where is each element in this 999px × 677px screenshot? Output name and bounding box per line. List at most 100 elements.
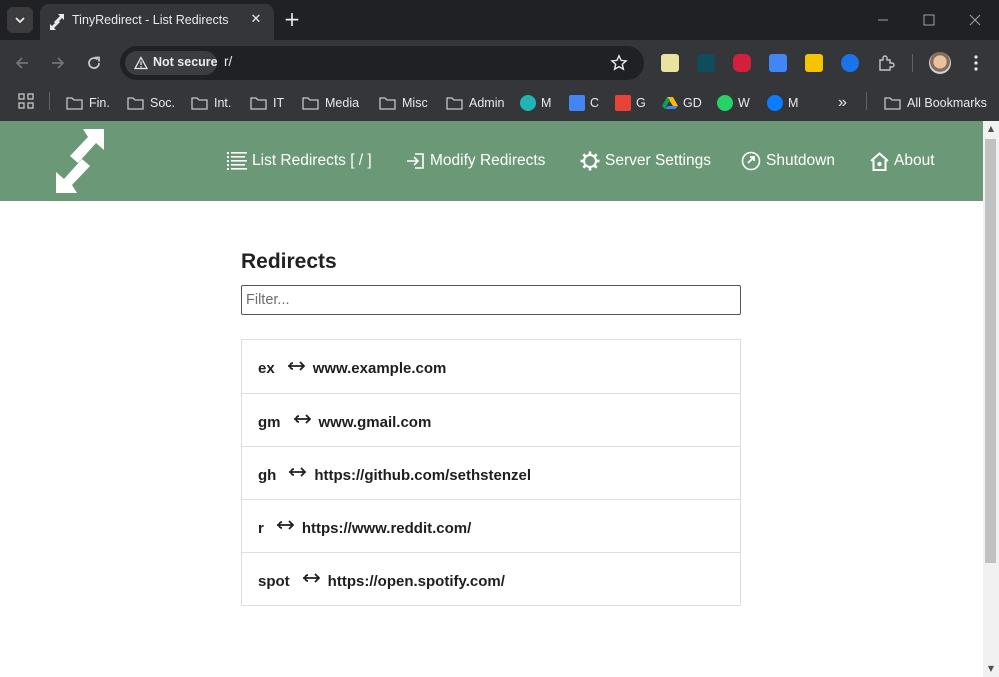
forward-icon[interactable] xyxy=(48,53,68,73)
page-scrollbar[interactable]: ▲ ▼ xyxy=(983,121,999,677)
menu-dots-icon[interactable] xyxy=(969,54,983,72)
bookmark-google-drive[interactable]: GD xyxy=(662,92,702,114)
meet-icon xyxy=(520,95,536,111)
translate-extension-icon[interactable] xyxy=(769,54,787,72)
filter-input[interactable] xyxy=(241,285,741,315)
tab-search-button[interactable] xyxy=(7,7,33,33)
bookmark-meet[interactable]: M xyxy=(520,92,551,114)
bookmark-calendar[interactable]: C xyxy=(569,92,599,114)
bookmark-folder-int[interactable]: Int. xyxy=(191,92,231,114)
all-bookmarks-button[interactable]: All Bookmarks xyxy=(884,92,987,114)
minimize-icon[interactable] xyxy=(873,10,893,30)
bookmarks-separator xyxy=(49,92,50,110)
bookmark-folder-soc[interactable]: Soc. xyxy=(127,92,175,114)
bookmark-folder-media[interactable]: Media xyxy=(302,92,359,114)
redirect-list: ex www.example.com gm www.gmail.com gh h… xyxy=(241,339,741,606)
extension-icon[interactable] xyxy=(697,54,715,72)
security-chip-label: Not secure xyxy=(153,55,218,69)
scroll-down-arrow-icon[interactable]: ▼ xyxy=(986,664,996,674)
page-viewport: List Redirects [ / ] Modify Redirects Se… xyxy=(0,121,983,677)
bookmark-folder-admin[interactable]: Admin xyxy=(446,92,504,114)
redirect-arrow-icon xyxy=(289,467,307,477)
gmail-icon xyxy=(615,95,631,111)
active-tab[interactable]: TinyRedirect - List Redirects ✕ xyxy=(40,4,274,40)
redirect-target: www.example.com xyxy=(312,360,447,377)
redirect-key: r xyxy=(258,519,264,537)
sign-in-icon xyxy=(407,153,424,169)
tinyredirect-favicon-icon xyxy=(50,14,64,30)
redirect-row[interactable]: gh https://github.com/sethstenzel xyxy=(242,446,740,499)
redirect-key: spot xyxy=(258,572,290,590)
site-header: List Redirects [ / ] Modify Redirects Se… xyxy=(0,121,983,201)
tab-title: TinyRedirect - List Redirects xyxy=(72,13,229,27)
redirect-arrow-icon xyxy=(287,360,305,371)
redirect-key: gm xyxy=(258,413,281,431)
nav-list-redirects[interactable]: List Redirects [ / ] xyxy=(227,148,372,174)
nav-modify-redirects[interactable]: Modify Redirects xyxy=(406,148,545,174)
folder-icon xyxy=(379,97,396,110)
power-icon xyxy=(741,151,761,171)
bookmark-folder-misc[interactable]: Misc xyxy=(379,92,428,114)
nav-server-settings[interactable]: Server Settings xyxy=(580,148,711,174)
redirect-row[interactable]: spot https://open.spotify.com/ xyxy=(242,552,740,605)
folder-icon xyxy=(191,97,208,110)
scroll-up-arrow-icon[interactable]: ▲ xyxy=(986,124,996,134)
bookmark-star-icon[interactable] xyxy=(610,54,628,72)
close-window-icon[interactable] xyxy=(965,10,985,30)
scrollbar-thumb[interactable] xyxy=(985,139,996,563)
redirect-target: https://www.reddit.com/ xyxy=(301,519,472,537)
folder-icon xyxy=(302,97,319,110)
redirect-arrow-icon xyxy=(293,414,311,424)
url-text[interactable]: r/ xyxy=(224,54,232,69)
extensions-puzzle-icon[interactable] xyxy=(877,54,895,72)
calendar-icon xyxy=(569,95,585,111)
home-icon xyxy=(870,151,889,171)
tab-strip: TinyRedirect - List Redirects ✕ + xyxy=(0,0,999,40)
bookmarks-separator xyxy=(866,92,867,110)
folder-icon xyxy=(250,97,267,110)
bookmark-messenger[interactable]: M xyxy=(767,92,798,114)
toolbar-separator xyxy=(912,54,913,72)
tab-close-icon[interactable]: ✕ xyxy=(248,12,264,28)
messenger-icon xyxy=(767,95,783,111)
back-icon[interactable] xyxy=(12,53,32,73)
nav-about[interactable]: About xyxy=(870,148,935,174)
folder-icon xyxy=(66,97,83,110)
browser-toolbar: Not secure r/ xyxy=(0,40,999,86)
bookmark-folder-it[interactable]: IT xyxy=(250,92,284,114)
maximize-icon[interactable] xyxy=(919,10,939,30)
nav-shutdown[interactable]: Shutdown xyxy=(741,148,835,174)
google-drive-icon xyxy=(662,97,678,109)
redirect-target: www.gmail.com xyxy=(318,413,432,431)
bookmarks-overflow-button[interactable]: » xyxy=(838,92,847,114)
bookmark-folder-fin[interactable]: Fin. xyxy=(66,92,110,114)
folder-icon xyxy=(884,97,901,110)
redirect-key: gh xyxy=(258,466,277,484)
page-title: Redirects xyxy=(241,250,337,273)
notes-extension-icon[interactable] xyxy=(661,54,679,72)
new-tab-button[interactable]: + xyxy=(283,9,301,29)
redirect-arrow-icon xyxy=(276,520,294,530)
redirect-arrow-icon xyxy=(302,573,320,583)
bookmark-gmail[interactable]: G xyxy=(615,92,646,114)
redirect-row[interactable]: gm www.gmail.com xyxy=(242,393,740,446)
video-extension-icon[interactable] xyxy=(733,54,751,72)
redirect-target: https://open.spotify.com/ xyxy=(327,572,505,590)
redirect-row[interactable]: ex www.example.com xyxy=(242,340,740,393)
blue-extension-icon[interactable] xyxy=(841,54,859,72)
gear-icon xyxy=(580,151,600,171)
tinyredirect-logo-icon[interactable] xyxy=(56,129,104,193)
reload-icon[interactable] xyxy=(84,53,104,73)
profile-avatar[interactable] xyxy=(929,52,951,74)
redirect-row[interactable]: r https://www.reddit.com/ xyxy=(242,499,740,552)
whatsapp-icon xyxy=(717,95,733,111)
bookmark-whatsapp[interactable]: W xyxy=(717,92,750,114)
bookmarks-bar: Fin. Soc. Int. IT Media Misc Admin M C G… xyxy=(0,86,999,121)
sort-extension-icon[interactable] xyxy=(805,54,823,72)
warning-icon xyxy=(134,56,148,70)
chevron-down-icon xyxy=(15,17,25,24)
list-icon xyxy=(227,152,247,170)
folder-icon xyxy=(127,97,144,110)
apps-grid-icon[interactable] xyxy=(18,93,34,109)
address-bar[interactable]: Not secure r/ xyxy=(120,46,644,80)
